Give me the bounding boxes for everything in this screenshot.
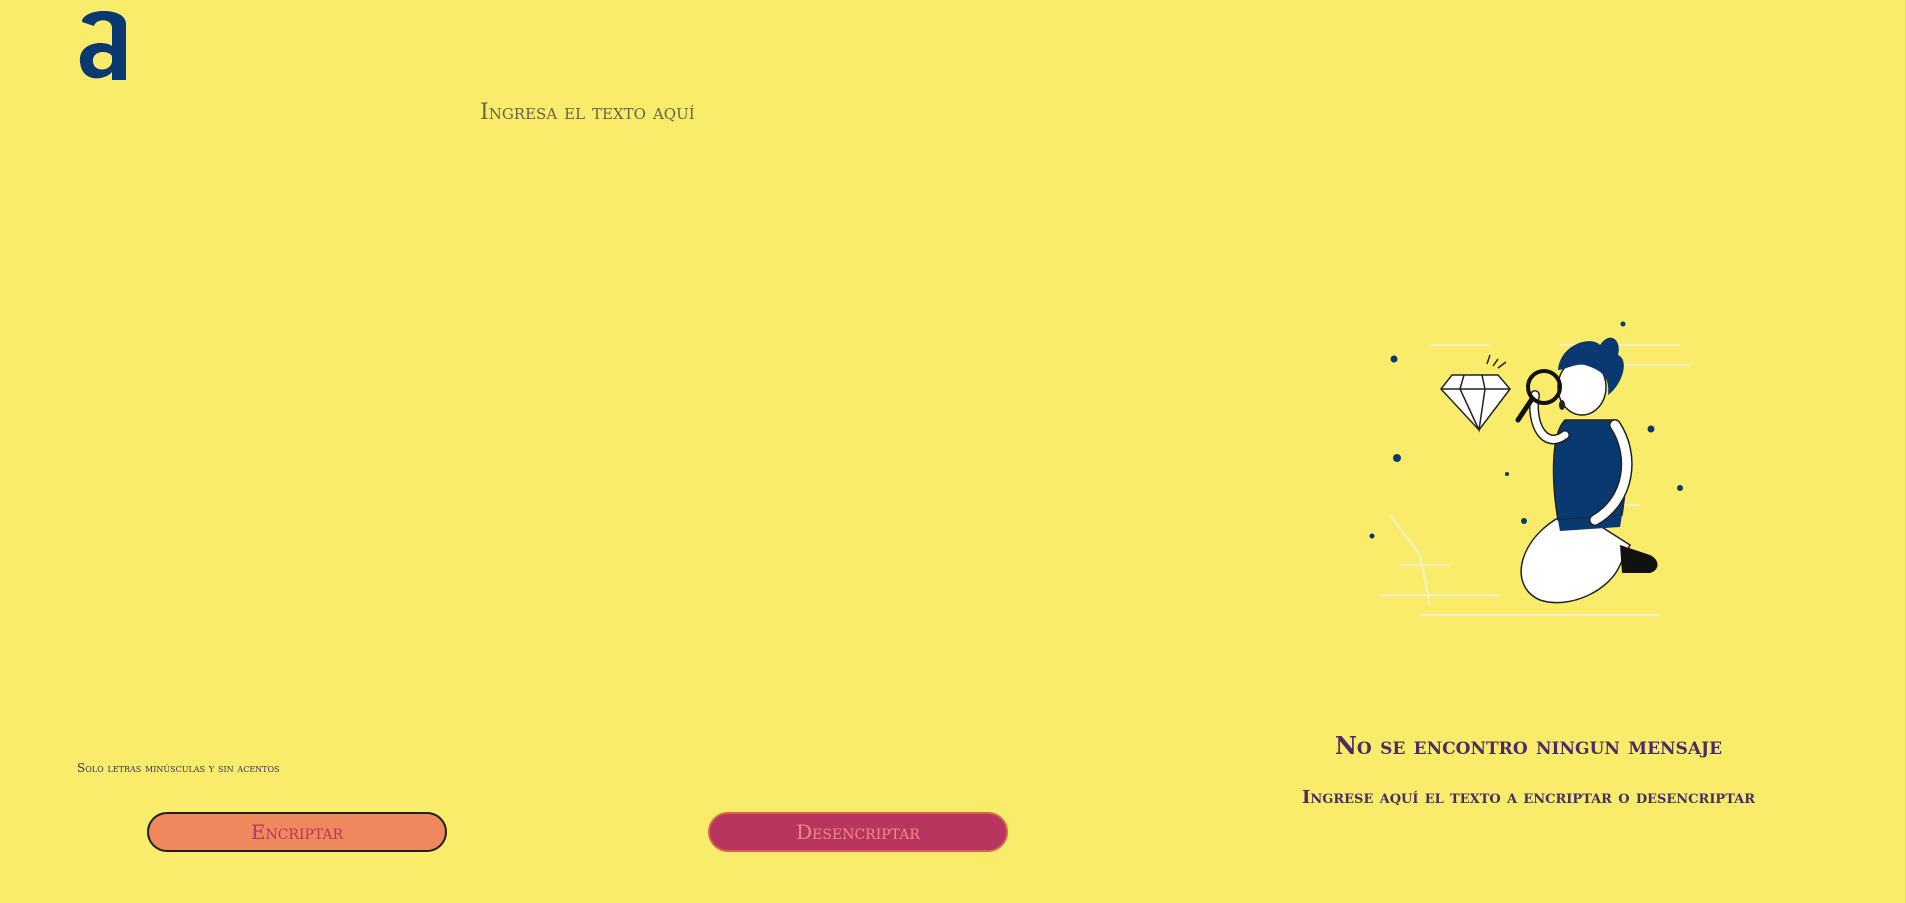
search-person-illustration (1369, 321, 1690, 616)
text-input[interactable] (480, 100, 1180, 600)
encrypt-button[interactable]: Encriptar (147, 812, 447, 852)
decrypt-button[interactable]: Desencriptar (708, 812, 1008, 852)
alura-logo (79, 11, 126, 80)
page: Solo letras minúsculas y sin acentos Enc… (0, 0, 1906, 903)
diamond-icon (1440, 354, 1511, 433)
empty-state-subtitle: Ingrese aquí el texto a encriptar o dese… (1301, 787, 1756, 808)
input-hint: Solo letras minúsculas y sin acentos (77, 761, 280, 775)
empty-state-title: No se encontro ningun mensaje (1334, 731, 1723, 760)
